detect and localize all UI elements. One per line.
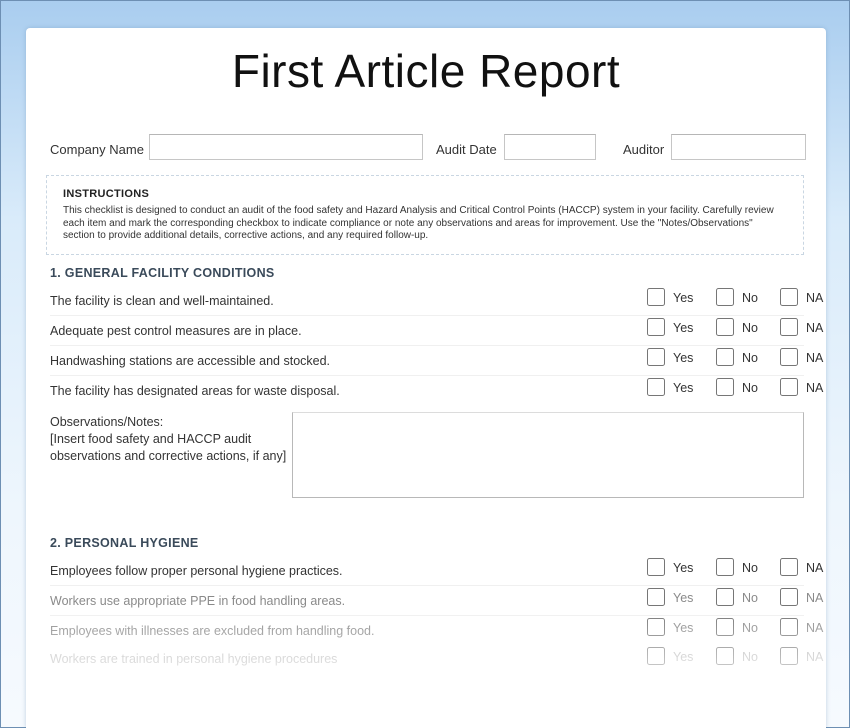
audit-date-input[interactable] (504, 134, 596, 160)
na-label: NA (806, 351, 824, 365)
yes-label: Yes (673, 650, 694, 664)
na-label: NA (806, 650, 824, 664)
auditor-input[interactable] (671, 134, 806, 160)
na-checkbox[interactable] (780, 378, 798, 396)
yes-label: Yes (673, 381, 694, 395)
na-label: NA (806, 321, 824, 335)
checklist-item-text: Handwashing stations are accessible and … (50, 354, 331, 368)
checklist-row: Employees follow proper personal hygiene… (50, 556, 823, 586)
na-checkbox[interactable] (780, 348, 798, 366)
yes-checkbox[interactable] (647, 588, 665, 606)
yes-label: Yes (673, 561, 694, 575)
section-title-personal-hygiene: 2. PERSONAL HYGIENE (50, 536, 199, 550)
na-label: NA (806, 561, 824, 575)
notes-label: Observations/Notes: [Insert food safety … (50, 414, 290, 465)
yes-checkbox[interactable] (647, 647, 665, 665)
checklist-row: Workers use appropriate PPE in food hand… (50, 586, 823, 616)
audit-date-label: Audit Date (436, 142, 497, 157)
yes-checkbox[interactable] (647, 288, 665, 306)
yes-label: Yes (673, 591, 694, 605)
yes-label: Yes (673, 351, 694, 365)
instructions-heading: INSTRUCTIONS (63, 188, 150, 200)
checklist-row: Workers are trained in personal hygiene … (50, 645, 823, 674)
yes-checkbox[interactable] (647, 558, 665, 576)
no-label: No (742, 591, 758, 605)
checklist-item-text: Employees with illnesses are excluded fr… (50, 624, 375, 638)
na-label: NA (806, 621, 824, 635)
section-title-general-facility: 1. GENERAL FACILITY CONDITIONS (50, 266, 275, 280)
yes-checkbox[interactable] (647, 318, 665, 336)
yes-checkbox[interactable] (647, 378, 665, 396)
report-sheet: First Article Report Company Name Audit … (26, 28, 826, 728)
checklist-item-text: Workers are trained in personal hygiene … (50, 652, 338, 666)
instructions-text: This checklist is designed to conduct an… (63, 205, 774, 241)
no-label: No (742, 321, 758, 335)
checklist-item-text: The facility is clean and well-maintaine… (50, 294, 274, 308)
no-label: No (742, 561, 758, 575)
checklist-item-text: The facility has designated areas for wa… (50, 384, 340, 398)
checklist-item-text: Employees follow proper personal hygiene… (50, 564, 343, 578)
no-label: No (742, 291, 758, 305)
na-checkbox[interactable] (780, 618, 798, 636)
observations-notes-textarea[interactable] (292, 412, 804, 498)
na-checkbox[interactable] (780, 288, 798, 306)
no-label: No (742, 650, 758, 664)
na-checkbox[interactable] (780, 558, 798, 576)
page-title: First Article Report (231, 45, 621, 97)
no-checkbox[interactable] (716, 588, 734, 606)
no-label: No (742, 351, 758, 365)
no-checkbox[interactable] (716, 348, 734, 366)
yes-checkbox[interactable] (647, 348, 665, 366)
instructions-box: INSTRUCTIONS This checklist is designed … (46, 175, 804, 255)
notes-label-title: Observations/Notes: (50, 415, 164, 429)
checklist-item-text: Adequate pest control measures are in pl… (50, 324, 302, 338)
na-checkbox[interactable] (780, 588, 798, 606)
na-checkbox[interactable] (780, 318, 798, 336)
no-checkbox[interactable] (716, 647, 734, 665)
no-checkbox[interactable] (716, 558, 734, 576)
company-name-input[interactable] (149, 134, 423, 160)
na-label: NA (806, 591, 824, 605)
no-checkbox[interactable] (716, 378, 734, 396)
company-name-label: Company Name (50, 142, 144, 157)
checklist-row: Employees with illnesses are excluded fr… (50, 616, 823, 645)
no-checkbox[interactable] (716, 318, 734, 336)
yes-label: Yes (673, 291, 694, 305)
checklist-item-text: Workers use appropriate PPE in food hand… (50, 594, 346, 608)
no-label: No (742, 381, 758, 395)
no-label: No (742, 621, 758, 635)
checklist-row: Handwashing stations are accessible and … (50, 346, 823, 376)
yes-label: Yes (673, 321, 694, 335)
no-checkbox[interactable] (716, 288, 734, 306)
auditor-label: Auditor (623, 142, 665, 157)
na-label: NA (806, 381, 824, 395)
yes-label: Yes (673, 621, 694, 635)
no-checkbox[interactable] (716, 618, 734, 636)
notes-placeholder-text: [Insert food safety and HACCP audit obse… (50, 432, 287, 463)
checklist-row: The facility has designated areas for wa… (50, 376, 823, 405)
checklist-row: The facility is clean and well-maintaine… (50, 286, 823, 316)
yes-checkbox[interactable] (647, 618, 665, 636)
checklist-row: Adequate pest control measures are in pl… (50, 316, 823, 346)
na-label: NA (806, 291, 824, 305)
na-checkbox[interactable] (780, 647, 798, 665)
